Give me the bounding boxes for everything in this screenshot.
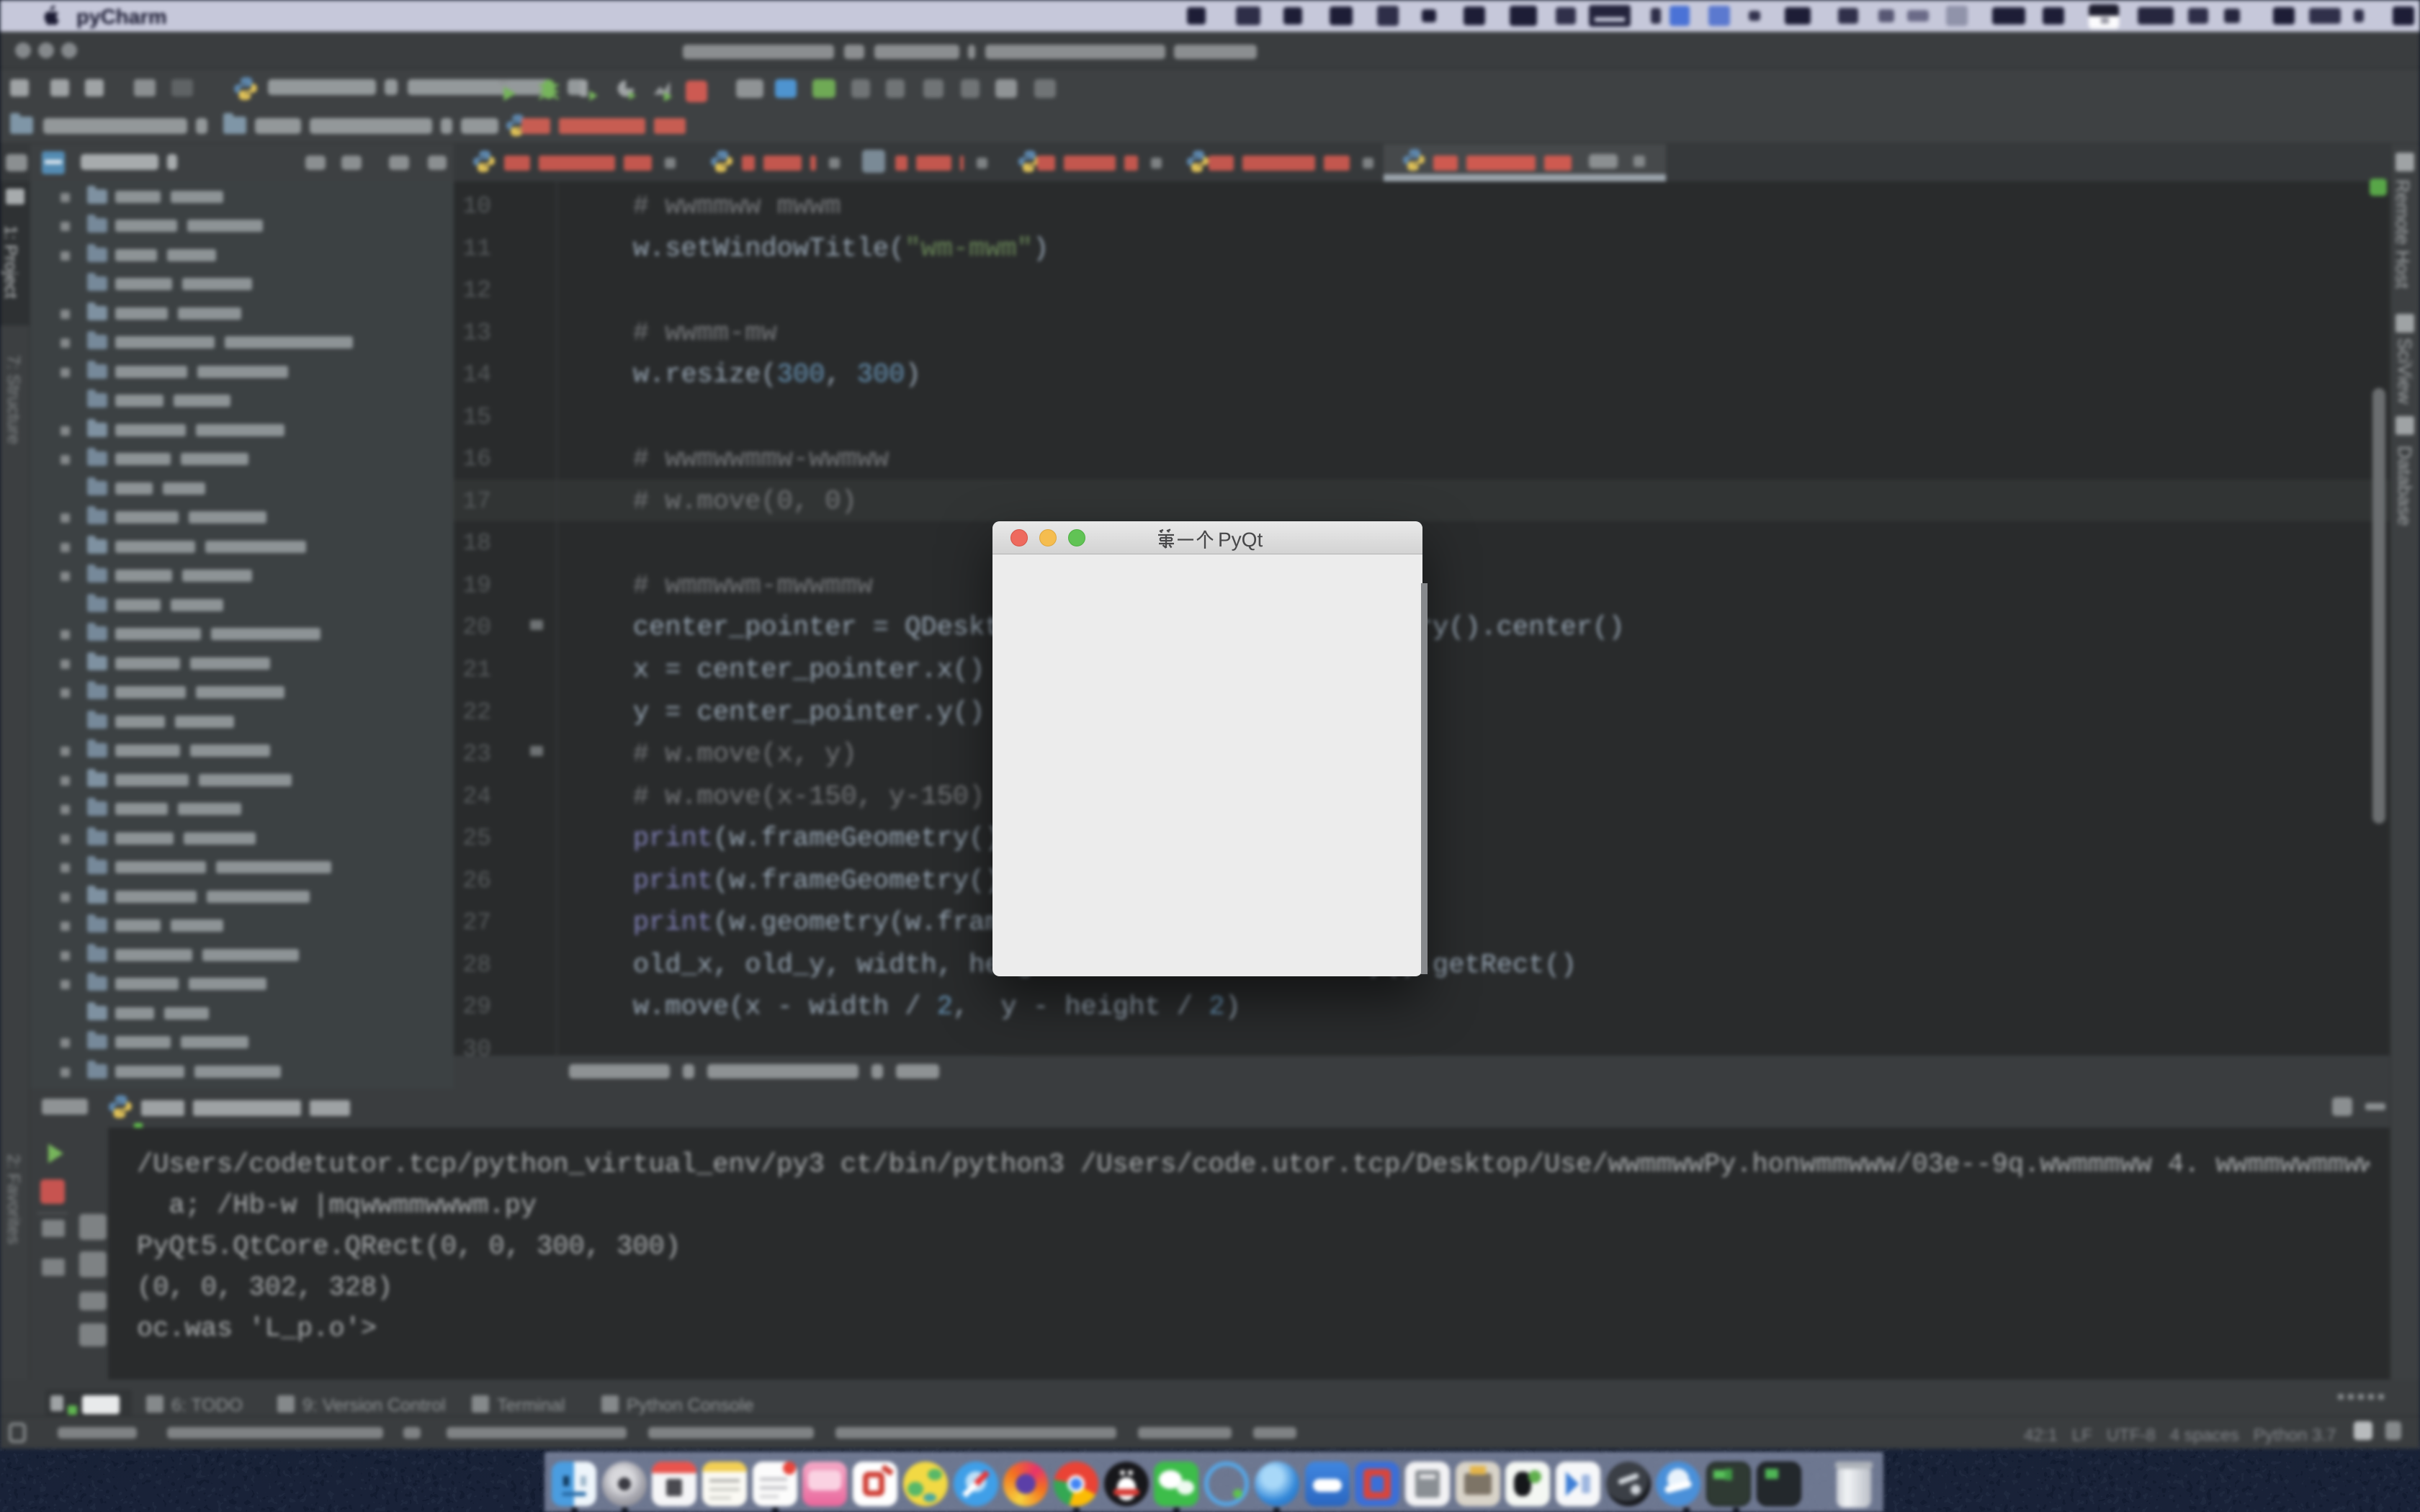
svg-text:PyQt: PyQt: [1218, 528, 1263, 551]
